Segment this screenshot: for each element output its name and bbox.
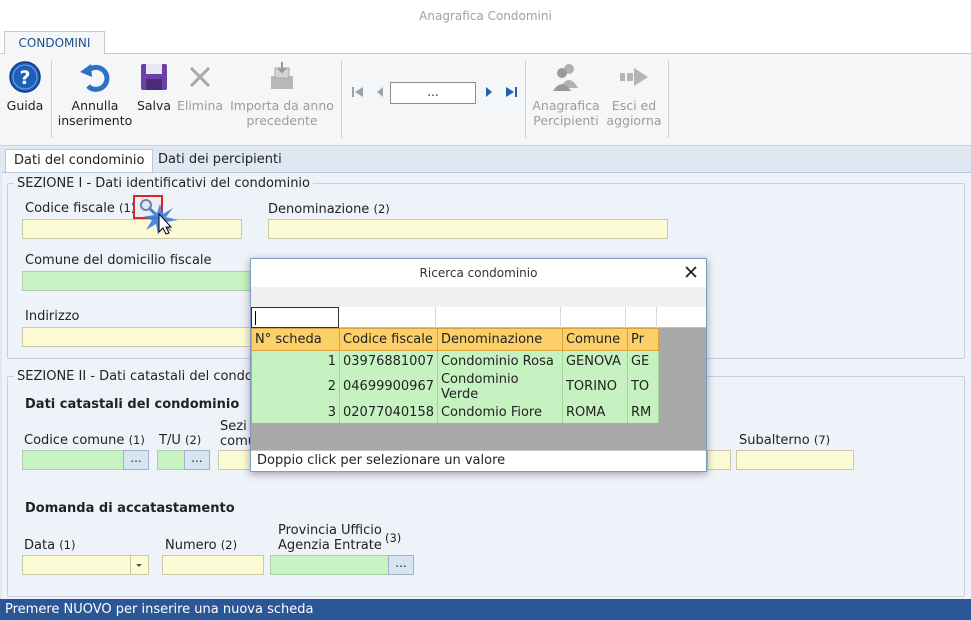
comune-label: Comune del domicilio fiscale [25,253,212,268]
save-icon [141,64,167,90]
people-icon [553,64,578,91]
provincia-label-number: (3) [385,531,402,545]
column-header-scheda[interactable]: N° scheda [251,328,340,351]
foglio-particella-field[interactable] [707,450,731,470]
domanda-accatastamento-subtitle: Domanda di accatastamento [25,501,235,516]
tu-lookup-button[interactable]: ... [184,450,210,470]
cell-codice-fiscale: 03976881007 [339,350,438,372]
delete-button[interactable]: Elimina [176,60,224,113]
provincia-lookup-button[interactable]: ... [388,555,414,575]
cell-provincia: RM [627,401,659,423]
import-previous-year-button[interactable]: Importa da anno precedente [226,60,338,128]
codice-comune-label: Codice comune (1) [24,433,145,448]
cell-denominazione: Condominio Verde [437,371,563,402]
ribbon-tab-condomini[interactable]: CONDOMINI [4,31,105,55]
codice-fiscale-label: Codice fiscale (1) [25,201,136,216]
cell-scheda: 3 [251,401,340,423]
previous-record-icon[interactable] [373,85,387,99]
table-row[interactable]: 2 04699900967 Condominio Verde TORINO TO [251,371,659,402]
arrow-right-icon [620,68,648,86]
cell-scheda: 1 [251,350,340,372]
column-header-denominazione[interactable]: Denominazione [436,328,563,351]
data-field[interactable] [22,555,131,575]
table-row[interactable]: 1 03976881007 Condominio Rosa GENOVA GE [251,350,659,372]
filter-row [251,307,706,328]
search-condominio-dialog: Ricerca condominio N° scheda Codice fisc… [250,258,707,472]
numero-field[interactable] [162,555,264,575]
svg-text:?: ? [19,67,30,89]
ribbon-separator [525,60,526,138]
ribbon-separator [668,60,669,138]
cell-denominazione: Condomio Fiore [437,401,563,423]
help-button[interactable]: ? Guida [5,60,45,113]
tu-field[interactable] [157,450,185,470]
delete-icon [189,66,211,88]
next-record-icon[interactable] [482,85,496,99]
column-header-codice-fiscale[interactable]: Codice fiscale [339,328,438,351]
filter-input-denominazione[interactable] [436,307,561,328]
tab-dati-condominio[interactable]: Dati del condominio [5,149,154,173]
provincia-label: Provincia Ufficio Agenzia Entrate [278,523,382,553]
tu-label: T/U (2) [159,433,202,448]
dati-catastali-subtitle: Dati catastali del condominio [25,397,240,412]
import-icon [271,62,293,89]
chevron-down-icon [136,564,142,567]
click-burst-cursor-icon [142,204,178,235]
last-record-icon[interactable] [504,85,518,99]
provincia-field[interactable] [270,555,390,575]
close-icon[interactable] [684,265,698,279]
denominazione-field[interactable] [268,219,668,239]
sezione-comune-field[interactable] [218,450,254,470]
data-dropdown-button[interactable] [131,555,149,575]
codice-comune-field[interactable] [22,450,124,470]
denominazione-label: Denominazione (2) [268,202,390,217]
filter-input-provincia[interactable] [626,307,657,328]
ribbon-tab-strip: CONDOMINI [0,30,971,55]
results-table: N° scheda Codice fiscale Denominazione C… [251,328,659,423]
tab-dati-percipienti[interactable]: Dati dei percipienti [150,149,290,173]
codice-comune-lookup-button[interactable]: ... [123,450,149,470]
undo-icon [80,64,110,92]
ribbon-separator [341,60,342,138]
ribbon-separator [51,60,52,138]
filter-input-scheda[interactable] [251,307,339,328]
dialog-title: Ricerca condominio [251,259,706,287]
comune-field[interactable] [22,271,254,291]
filter-input-codice-fiscale[interactable] [339,307,436,328]
codice-fiscale-field[interactable] [22,219,242,239]
cell-comune: TORINO [562,371,628,402]
data-label: Data (1) [24,538,76,553]
column-header-comune[interactable]: Comune [561,328,628,351]
subalterno-label: Subalterno (7) [739,433,831,448]
save-button[interactable]: Salva [136,60,172,113]
cell-comune: GENOVA [562,350,628,372]
first-record-icon[interactable] [351,85,365,99]
dialog-hint: Doppio click per selezionare un valore [251,450,706,471]
column-header-provincia[interactable]: Pr [626,328,659,351]
cell-provincia: TO [627,371,659,402]
record-navigator-field[interactable]: ... [390,82,476,104]
exit-update-button[interactable]: Esci ed aggiorna [604,60,664,128]
undo-insert-button[interactable]: Annulla inserimento [57,60,133,128]
filter-input-comune[interactable] [561,307,626,328]
help-icon: ? [9,61,41,93]
cell-codice-fiscale: 04699900967 [339,371,438,402]
table-row[interactable]: 3 02077040158 Condomio Fiore ROMA RM [251,401,659,423]
window-title: Anagrafica Condomini [0,0,971,30]
ribbon-toolbar: ? Guida Annulla inserimento Salva Elimin… [0,54,971,146]
indirizzo-label: Indirizzo [25,309,80,324]
percipienti-registry-button[interactable]: Anagrafica Percipienti [530,60,602,128]
cell-provincia: GE [627,350,659,372]
cell-comune: ROMA [562,401,628,423]
cell-codice-fiscale: 02077040158 [339,401,438,423]
section-1-legend: SEZIONE I - Dati identificativi del cond… [17,176,310,191]
results-grid-area: N° scheda Codice fiscale Denominazione C… [251,307,706,450]
numero-label: Numero (2) [165,538,238,553]
status-bar: Premere NUOVO per inserire una nuova sch… [0,599,971,620]
subalterno-field[interactable] [736,450,854,470]
indirizzo-field[interactable] [22,327,254,347]
cell-scheda: 2 [251,371,340,402]
cell-denominazione: Condominio Rosa [437,350,563,372]
